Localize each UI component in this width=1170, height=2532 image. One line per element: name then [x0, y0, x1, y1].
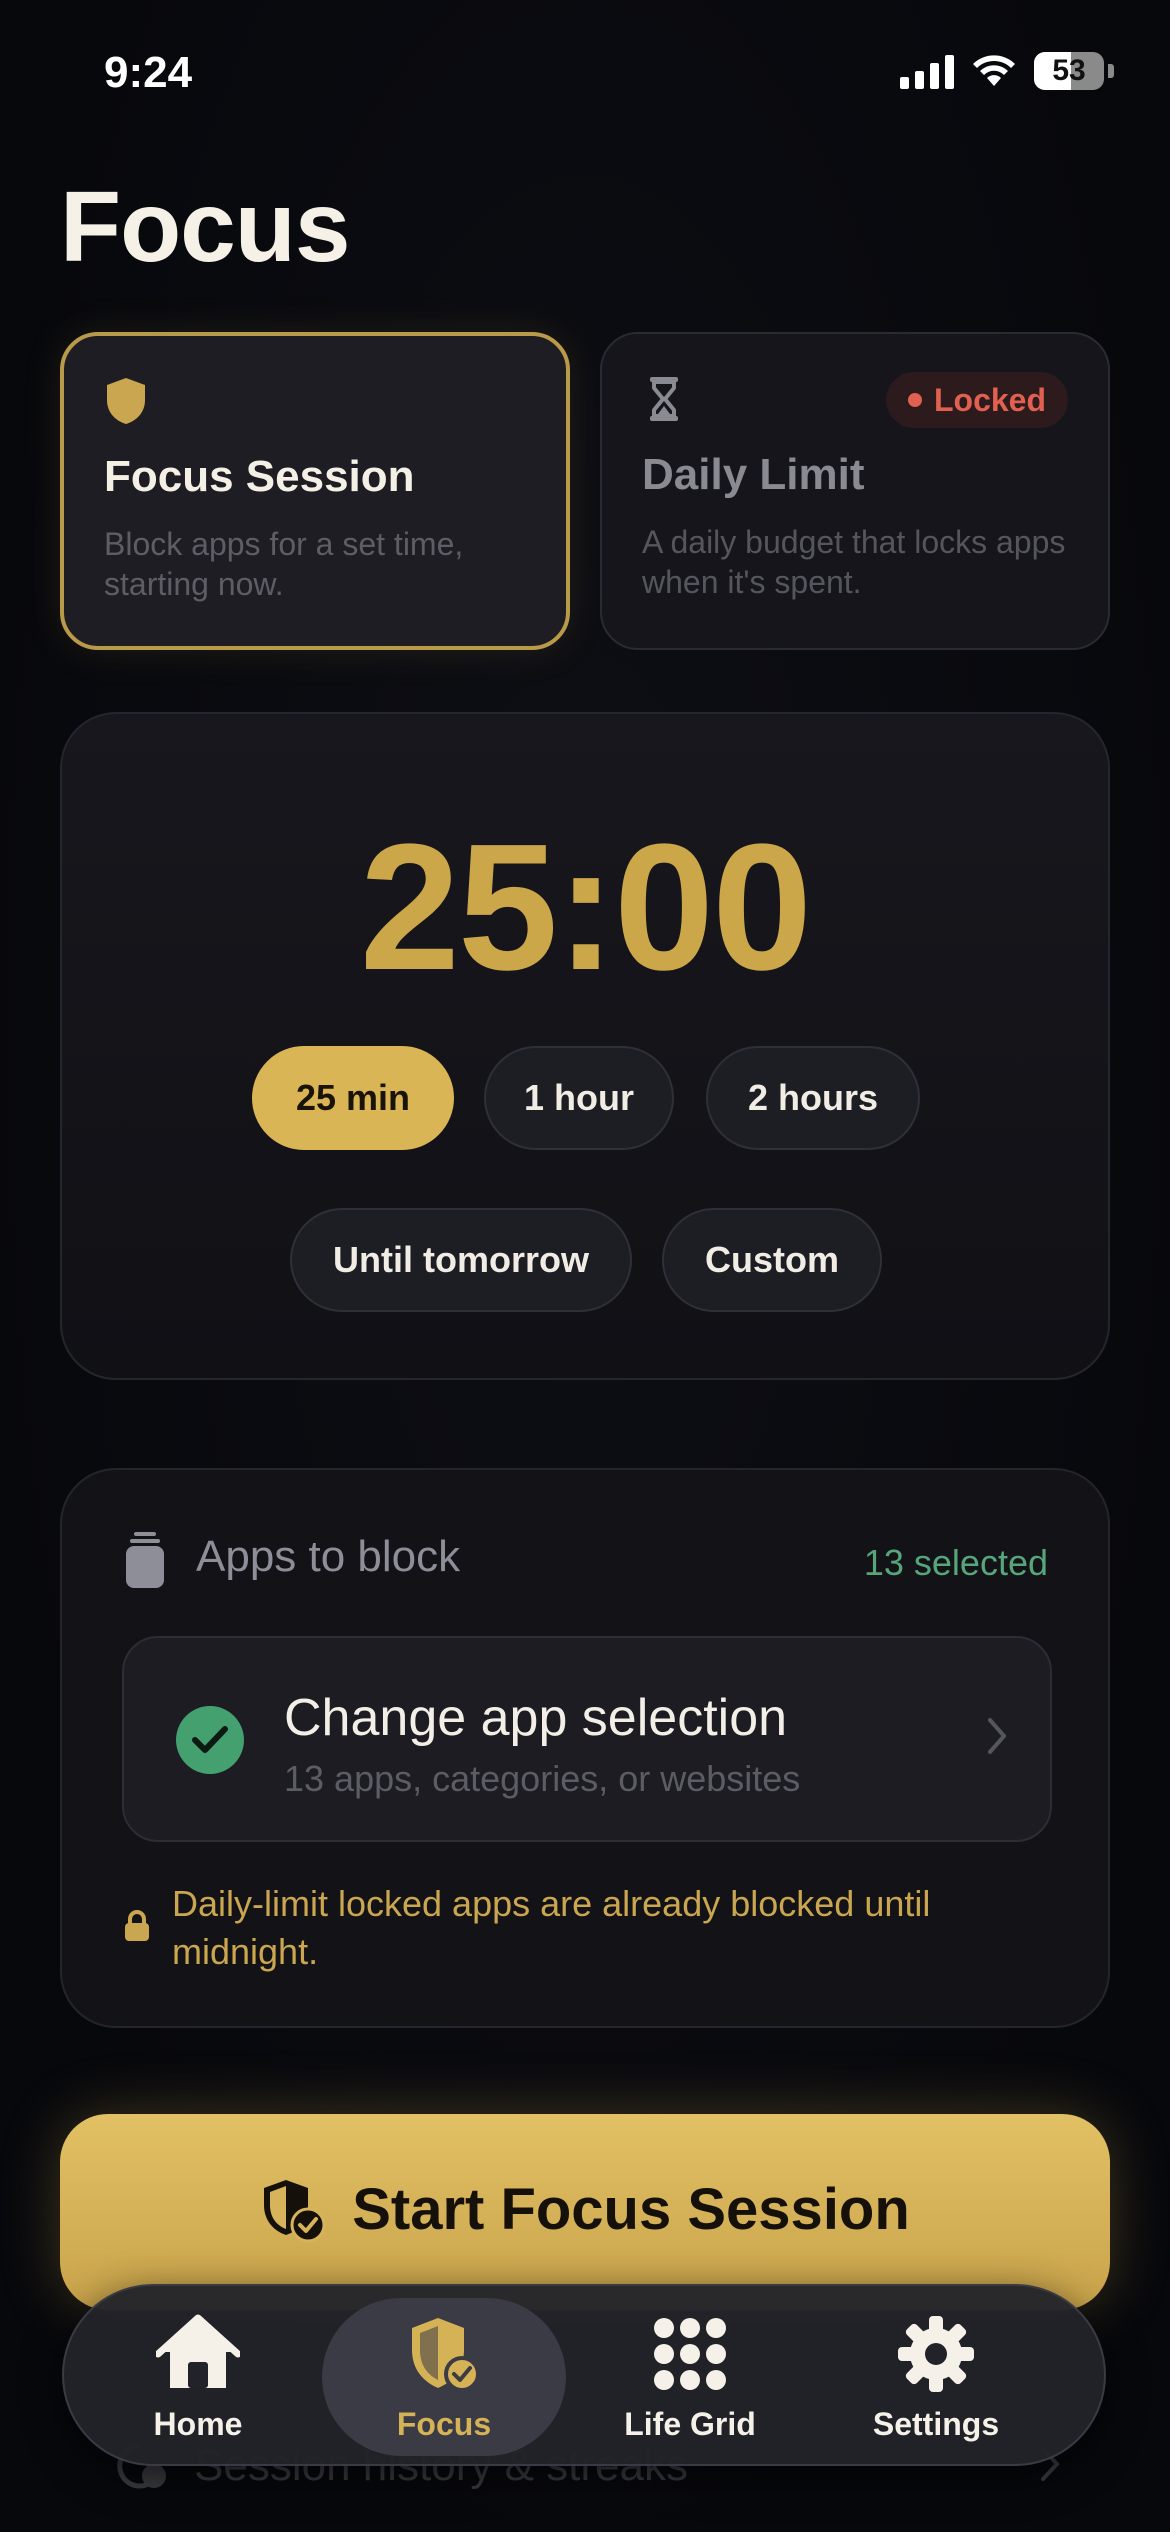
tab-bar: Home Focus Life Grid Settings [62, 2284, 1106, 2466]
battery-icon: 53 [1034, 52, 1104, 90]
selected-count: 13 selected [863, 1542, 1048, 1583]
timer-display: 25:00 [359, 807, 812, 1008]
lock-icon [125, 1910, 149, 1941]
shield-check-icon [264, 2179, 326, 2242]
wifi-icon [973, 55, 1015, 86]
app-stack-icon [126, 1532, 164, 1588]
status-dot-icon [907, 393, 922, 407]
daily-limit-mode-card[interactable]: Locked Daily Limit A daily budget that l… [600, 332, 1110, 650]
hourglass-icon [650, 377, 678, 421]
mode-title: Daily Limit [642, 450, 865, 499]
tab-label: Home [153, 2405, 243, 2442]
mode-description: A daily budget that locks apps when it's… [642, 524, 1066, 600]
tab-life-grid[interactable]: Life Grid [568, 2298, 812, 2456]
mode-description: Block apps for a set time, starting now. [104, 526, 464, 602]
change-selection-title: Change app selection [284, 1689, 788, 1747]
daily-limit-note: Daily-limit locked apps are already bloc… [172, 1883, 931, 1972]
tab-focus[interactable]: Focus [322, 2298, 566, 2456]
battery-percentage: 53 [1052, 54, 1086, 87]
focus-session-mode-card[interactable]: Focus Session Block apps for a set time,… [60, 332, 570, 650]
grid-icon [654, 2317, 726, 2390]
change-selection-subtitle: 13 apps, categories, or websites [284, 1758, 801, 1799]
page-title: Focus [60, 171, 350, 283]
change-app-selection-button[interactable]: Change app selection 13 apps, categories… [122, 1636, 1052, 1842]
tab-label: Settings [872, 2405, 1000, 2442]
cellular-signal-icon [900, 53, 954, 89]
chevron-right-icon [988, 1718, 1006, 1754]
status-time: 9:24 [104, 48, 193, 97]
start-focus-session-button[interactable]: Start Focus Session [60, 2114, 1110, 2310]
duration-chip-25-min[interactable]: 25 min [252, 1046, 454, 1150]
gear-icon [898, 2315, 974, 2392]
duration-chip-1-hour[interactable]: 1 hour [484, 1046, 674, 1150]
home-icon [156, 2314, 240, 2388]
focus-screen: 9:24 53 Focus Focus Session Block apps f… [0, 0, 1170, 2532]
start-button-content: Start Focus Session [60, 2176, 1110, 2243]
duration-chip-custom[interactable]: Custom [662, 1208, 882, 1312]
checkmark-icon [176, 1706, 244, 1774]
locked-badge: Locked [885, 372, 1068, 428]
tab-label: Life Grid [624, 2405, 756, 2442]
locked-badge-label: Locked [933, 381, 1046, 418]
tab-label: Focus [396, 2405, 492, 2442]
duration-chip-until-tomorrow[interactable]: Until tomorrow [290, 1208, 632, 1312]
mode-title: Focus Session [104, 452, 415, 501]
apps-section-title: Apps to block [196, 1532, 461, 1581]
shield-check-icon [412, 2317, 480, 2392]
duration-chip-2-hours[interactable]: 2 hours [706, 1046, 920, 1150]
timer-card: 25:00 25 min 1 hour 2 hours Until tomorr… [60, 712, 1110, 1380]
battery-tip [1108, 64, 1114, 78]
start-button-label: Start Focus Session [352, 2177, 910, 2242]
tab-home[interactable]: Home [76, 2298, 320, 2456]
tab-settings[interactable]: Settings [814, 2298, 1058, 2456]
shield-icon [107, 378, 145, 424]
status-indicators: 53 [900, 52, 1114, 90]
apps-to-block-card: Apps to block 13 selected Change app sel… [60, 1468, 1110, 2028]
